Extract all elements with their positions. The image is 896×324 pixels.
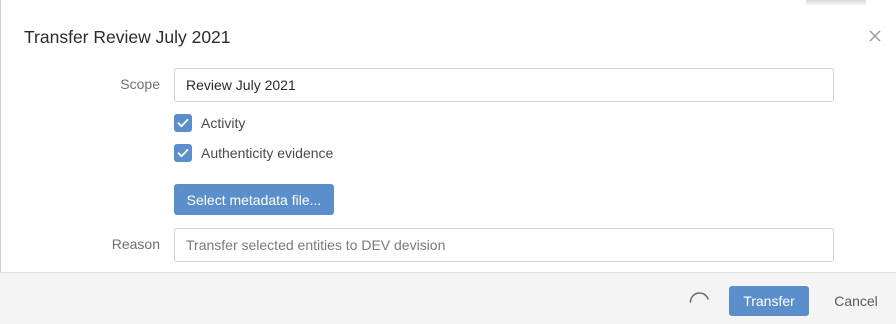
background-page-fragment	[806, 0, 866, 6]
cancel-button[interactable]: Cancel	[830, 286, 882, 316]
activity-checkbox[interactable]	[174, 114, 192, 132]
dialog-title: Transfer Review July 2021	[24, 27, 231, 47]
close-button[interactable]	[866, 27, 886, 47]
scope-label: Scope	[120, 76, 160, 92]
authenticity-evidence-checkbox[interactable]	[174, 144, 192, 162]
transfer-dialog: Transfer Review July 2021 Scope Activity…	[0, 0, 896, 324]
scope-input[interactable]	[174, 68, 834, 102]
reason-input[interactable]	[174, 228, 834, 262]
authenticity-evidence-label: Authenticity evidence	[201, 145, 334, 161]
authenticity-checkbox-row[interactable]: Authenticity evidence	[174, 143, 333, 163]
reason-label: Reason	[111, 236, 160, 252]
close-icon	[869, 30, 881, 42]
activity-label: Activity	[201, 115, 246, 131]
loading-spinner-icon	[687, 288, 711, 312]
checkmark-icon	[177, 148, 189, 158]
transfer-button[interactable]: Transfer	[729, 286, 809, 316]
select-metadata-file-button[interactable]: Select metadata file...	[174, 184, 334, 215]
checkmark-icon	[177, 118, 189, 128]
activity-checkbox-row[interactable]: Activity	[174, 113, 245, 133]
